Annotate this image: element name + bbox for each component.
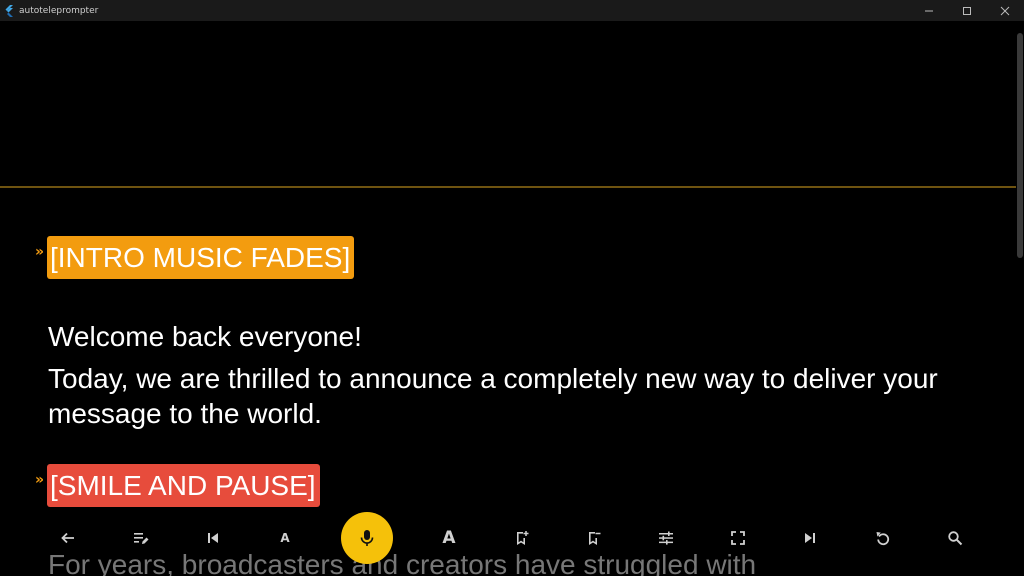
fullscreen-icon [731, 531, 745, 545]
fullscreen-button[interactable] [726, 526, 750, 550]
microphone-icon [360, 530, 374, 546]
font-larger-icon: A [442, 528, 456, 548]
bookmark-add-icon [517, 531, 529, 545]
skip-previous-icon [208, 533, 218, 543]
edit-script-button[interactable] [129, 526, 153, 550]
reset-button[interactable] [871, 526, 895, 550]
reset-icon [876, 532, 890, 546]
skip-next-button[interactable] [798, 526, 822, 550]
scrollbar-thumb[interactable] [1017, 33, 1023, 258]
tune-icon [659, 531, 673, 545]
settings-tune-button[interactable] [654, 526, 678, 550]
add-bookmark-button[interactable] [510, 526, 534, 550]
increase-font-button[interactable]: A [437, 526, 461, 550]
search-icon [948, 531, 963, 546]
font-smaller-icon: A [280, 531, 290, 545]
script-view[interactable]: » [INTRO MUSIC FADES] Welcome back every… [0, 0, 1016, 576]
reading-guide-line [0, 186, 1016, 188]
script-paragraph: Welcome back everyone! [48, 321, 362, 352]
script-paragraph: Today, we are thrilled to announce a com… [48, 363, 938, 429]
bottom-toolbar: A A [0, 512, 1016, 564]
decrease-font-button[interactable]: A [273, 526, 297, 550]
skip-previous-button[interactable] [201, 526, 225, 550]
search-button[interactable] [943, 526, 967, 550]
bookmark-remove-icon [589, 532, 601, 545]
back-button[interactable] [56, 526, 80, 550]
cue-marker: » [35, 472, 45, 488]
arrow-back-icon [61, 532, 74, 544]
voice-tracking-button[interactable] [341, 512, 393, 564]
cue-intro-music-fades: [INTRO MUSIC FADES] [47, 236, 355, 280]
remove-bookmark-button[interactable] [582, 526, 606, 550]
skip-next-icon [805, 533, 815, 543]
cue-smile-and-pause: [SMILE AND PAUSE] [47, 464, 320, 508]
edit-text-icon [134, 533, 149, 544]
cue-marker: » [35, 244, 45, 260]
